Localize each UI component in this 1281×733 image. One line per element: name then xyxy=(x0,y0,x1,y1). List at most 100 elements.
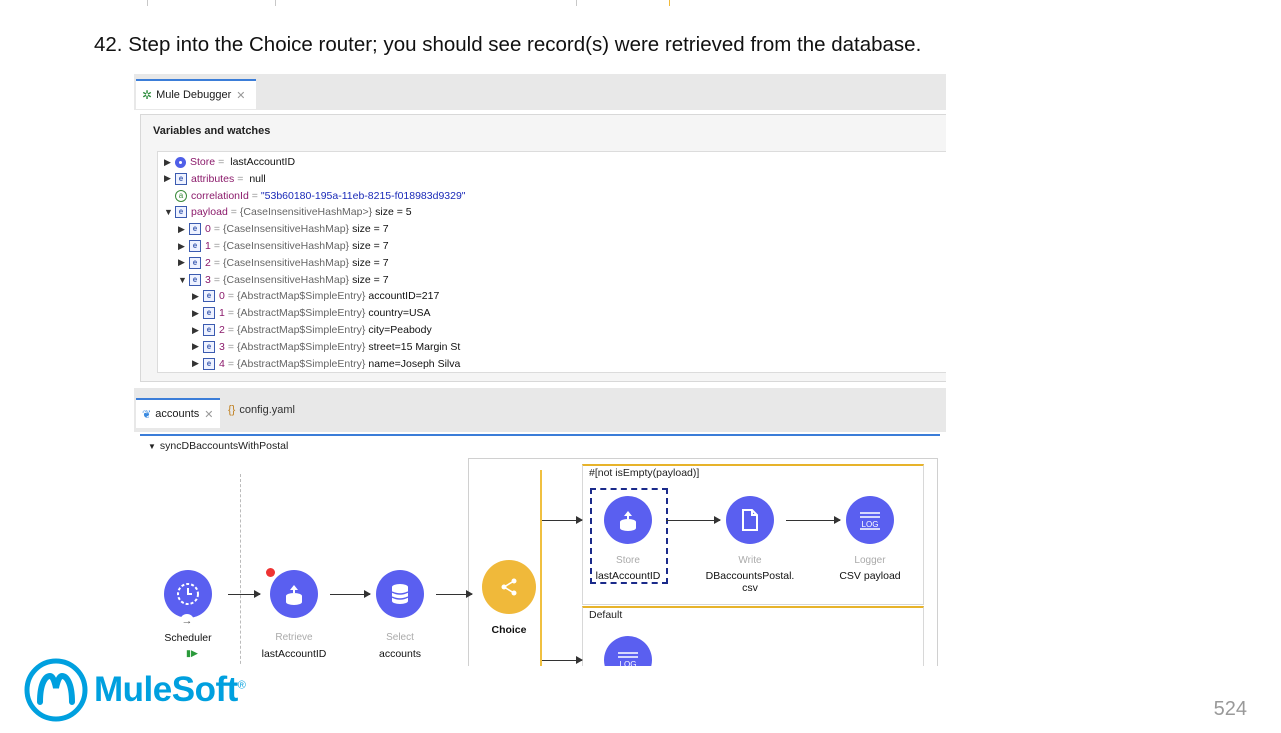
var-type: {CaseInsensitiveHashMap} xyxy=(222,273,350,286)
choice-branch-line xyxy=(540,470,542,666)
tree-row[interactable]: ▶ e attributes = null xyxy=(164,171,266,187)
expand-icon[interactable]: ▶ xyxy=(178,224,189,235)
expand-icon[interactable]: ▶ xyxy=(178,257,189,268)
tree-row[interactable]: ▶ e 0 = {CaseInsensitiveHashMap} size = 7 xyxy=(178,221,389,237)
equals-sign: = xyxy=(251,189,258,202)
expand-icon[interactable]: ▶ xyxy=(192,358,203,369)
element-icon: e xyxy=(189,240,201,252)
element-icon: e xyxy=(175,172,187,185)
element-icon: e xyxy=(203,340,215,353)
var-name: 1 xyxy=(205,240,211,252)
tree-row[interactable]: a correlationId = "53b60180-195a-11eb-8215-… xyxy=(164,188,466,204)
log-icon: LOG xyxy=(618,652,638,666)
element-icon: e xyxy=(203,290,215,303)
logger-node[interactable]: LOG xyxy=(846,496,894,544)
retrieve-node[interactable] xyxy=(270,570,318,618)
write-name-line1: DBaccountsPostal. xyxy=(705,570,795,582)
var-value: size = 7 xyxy=(352,256,389,269)
close-icon[interactable]: ✕ xyxy=(236,89,245,102)
expand-icon[interactable]: ▶ xyxy=(192,325,203,336)
write-node[interactable] xyxy=(726,496,774,544)
mulesoft-name: MuleSoft xyxy=(94,670,238,709)
editor-tabbar: ❦ accounts ✕ {} config.yaml xyxy=(134,388,946,432)
var-name: attributes xyxy=(191,172,235,185)
attribute-icon: a xyxy=(175,189,187,202)
top-divider xyxy=(0,0,1281,6)
tab-accounts[interactable]: ❦ accounts ✕ xyxy=(136,398,220,428)
var-value: city=Peabody xyxy=(368,324,432,336)
flow-arrow xyxy=(786,516,841,524)
select-name: accounts xyxy=(378,648,422,660)
element-icon: e xyxy=(203,357,215,370)
var-value: accountID=217 xyxy=(368,290,440,303)
variables-panel: Variables and watches ▶ Store = lastAccount… xyxy=(140,114,946,382)
equals-sign: = xyxy=(218,156,225,168)
flow-arrow xyxy=(330,590,371,598)
route-when-expression[interactable]: #[not isEmpty(payload)] xyxy=(589,467,699,479)
expand-icon[interactable]: ▶ xyxy=(192,341,203,352)
var-value: size = 7 xyxy=(352,240,389,252)
equals-sign: = xyxy=(227,307,234,320)
tree-row[interactable]: ▶ Store = lastAccountID xyxy=(164,154,295,170)
tab-config-yaml[interactable]: {} config.yaml xyxy=(228,404,295,416)
route-default-label[interactable]: Default xyxy=(589,609,622,621)
var-name: 0 xyxy=(205,223,211,236)
expand-icon[interactable]: ▶ xyxy=(178,241,189,252)
select-node[interactable] xyxy=(376,570,424,618)
store-name: lastAccountID xyxy=(595,570,661,582)
element-icon: e xyxy=(175,206,187,219)
log-text: LOG xyxy=(620,660,637,666)
expand-icon[interactable]: ▶ xyxy=(192,308,203,319)
var-name: 4 xyxy=(219,357,225,370)
tree-row[interactable]: ▼ e 3 = {CaseInsensitiveHashMap} size = 7 xyxy=(178,272,389,288)
store-node[interactable] xyxy=(604,496,652,544)
expand-icon[interactable]: ▶ xyxy=(164,157,175,168)
bug-icon: ✲ xyxy=(142,88,153,102)
var-name: Store xyxy=(190,156,216,168)
var-value: size = 7 xyxy=(352,273,389,286)
scheduler-node[interactable] xyxy=(164,570,212,618)
var-type: {AbstractMap$SimpleEntry} xyxy=(236,324,366,336)
var-value: country=USA xyxy=(368,307,431,320)
logger-name: CSV payload xyxy=(839,570,901,582)
collapse-icon[interactable]: ▼ xyxy=(178,275,189,285)
router-icon xyxy=(501,578,517,596)
var-value: street=15 Margin St xyxy=(368,340,461,353)
var-name: 3 xyxy=(219,340,225,353)
flow-arrow xyxy=(666,516,721,524)
tree-row[interactable]: ▶ e 2 = {AbstractMap$SimpleEntry} city=Peabod… xyxy=(192,322,432,338)
flow-arrow xyxy=(542,516,583,524)
store-retrieve-icon xyxy=(286,585,302,605)
scheduler-label: Scheduler xyxy=(164,632,212,644)
clock-icon xyxy=(177,583,199,605)
var-value: size = 5 xyxy=(375,206,412,219)
retrieve-name: lastAccountID xyxy=(261,648,327,660)
tab-mule-debugger-label: Mule Debugger xyxy=(156,89,232,101)
flow-name[interactable]: ▼ syncDBaccountsWithPostal xyxy=(148,440,288,452)
tab-accounts-label: accounts xyxy=(155,408,200,420)
choice-label: Choice xyxy=(491,624,527,636)
var-value: null xyxy=(249,172,266,185)
var-name: 2 xyxy=(205,256,211,269)
collapse-icon[interactable]: ▼ xyxy=(164,207,175,217)
tree-row[interactable]: ▶ e 3 = {AbstractMap$SimpleEntry} street=15 M… xyxy=(192,339,460,355)
equals-sign: = xyxy=(237,172,244,185)
tree-row[interactable]: ▶ e 0 = {AbstractMap$SimpleEntry} accountID=2… xyxy=(192,288,439,304)
tree-row[interactable]: ▶ e 1 = {CaseInsensitiveHashMap} size = 7 xyxy=(178,238,389,254)
tree-row[interactable]: ▶ e 2 = {CaseInsensitiveHashMap} size = 7 xyxy=(178,255,389,271)
choice-node[interactable] xyxy=(482,560,536,614)
equals-sign: = xyxy=(213,273,220,286)
equals-sign: = xyxy=(213,240,220,252)
store-icon xyxy=(620,511,636,531)
expand-icon[interactable]: ▶ xyxy=(164,173,175,184)
tab-mule-debugger[interactable]: ✲ Mule Debugger ✕ xyxy=(136,79,256,109)
registered-mark: ® xyxy=(237,679,246,692)
tree-row[interactable]: ▼ e payload = {CaseInsensitiveHashMap>} size … xyxy=(164,204,412,220)
expand-icon[interactable]: ▶ xyxy=(192,291,203,302)
page-number: 524 xyxy=(1213,698,1247,720)
write-type: Write xyxy=(738,555,762,566)
tree-row[interactable]: ▶ e 1 = {AbstractMap$SimpleEntry} country=USA xyxy=(192,305,431,321)
tree-row[interactable]: ▶ e 4 = {AbstractMap$SimpleEntry} name=Joseph… xyxy=(192,356,460,372)
equals-sign: = xyxy=(213,256,220,269)
close-icon[interactable]: ✕ xyxy=(204,408,213,421)
